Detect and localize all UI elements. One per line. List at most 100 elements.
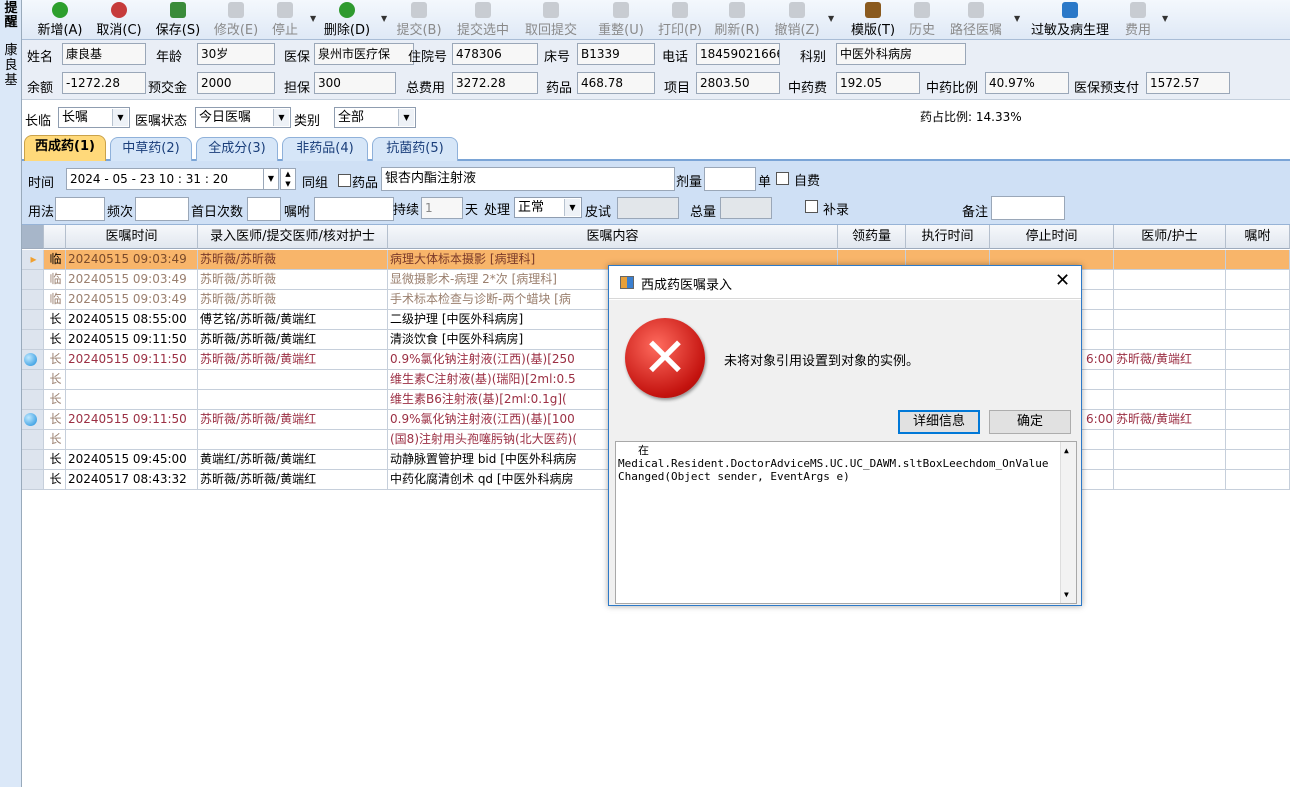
category-select[interactable]: 全部 ▼ (334, 107, 416, 128)
stack-line-1: 在 (638, 444, 649, 457)
print-icon (672, 2, 688, 18)
add-button[interactable]: 新增(A) (36, 0, 84, 40)
bed-label: 床号 (544, 50, 571, 65)
time-label: 时间 (28, 176, 55, 191)
selfpay-checkbox[interactable] (776, 172, 789, 185)
delete-button[interactable]: 删除(D) (322, 0, 372, 40)
delete-dropdown-arrow[interactable]: ▼ (381, 14, 387, 23)
history-button[interactable]: 历史 (906, 0, 938, 40)
drug-checkbox[interactable] (338, 174, 351, 187)
usage-input[interactable] (55, 197, 105, 221)
first-day-label: 首日次数 (191, 205, 244, 220)
type-select[interactable]: 长嘱 ▼ (58, 107, 130, 128)
dose-input[interactable] (704, 167, 756, 191)
allergy-button[interactable]: 过敏及病生理 (1028, 0, 1112, 40)
insurance-label: 医保 (284, 50, 311, 65)
row-header (22, 450, 44, 470)
header-order-time[interactable]: 医嘱时间 (66, 225, 198, 249)
prepay-label: 医保预支付 (1074, 81, 1140, 96)
template-button[interactable]: 模版(T) (848, 0, 898, 40)
reminder-char-2[interactable]: 醒 (3, 16, 19, 30)
order-doctor-cell (198, 370, 388, 390)
header-doctor-nurse[interactable]: 医师/护士 (1114, 225, 1226, 249)
status-select[interactable]: 今日医嘱 ▼ (195, 107, 291, 128)
ok-button[interactable]: 确定 (989, 410, 1071, 434)
refresh-button[interactable]: 刷新(R) (712, 0, 762, 40)
header-exec-time[interactable]: 执行时间 (906, 225, 990, 249)
order-inst-cell (1226, 430, 1290, 450)
deposit-label: 预交金 (148, 81, 188, 96)
first-day-input[interactable] (247, 197, 281, 221)
supplement-checkbox[interactable] (805, 200, 818, 213)
guarantee-field: 300 (314, 72, 396, 94)
order-doctor-cell: 苏昕薇/苏昕薇 (198, 270, 388, 290)
retrieve-submit-button[interactable]: 取回提交 (522, 0, 580, 40)
error-icon: ✕ (625, 318, 705, 398)
duration-spinner[interactable]: 1 (421, 197, 463, 219)
print-button[interactable]: 打印(P) (655, 0, 705, 40)
submit-selected-button[interactable]: 提交选中 (454, 0, 512, 40)
order-inst-cell (1226, 390, 1290, 410)
details-button[interactable]: 详细信息 (898, 410, 980, 434)
time-picker[interactable]: 2024 - 05 - 23 10 : 31 : 20 (66, 168, 272, 190)
phone-label: 电话 (662, 50, 689, 65)
note-input[interactable] (991, 196, 1065, 220)
tab-non-drug[interactable]: 非药品(4) (282, 137, 368, 161)
error-details-textbox[interactable]: 在 Medical.Resident.DoctorAdviceMS.UC.UC_… (615, 441, 1077, 604)
pathway-dropdown-arrow[interactable]: ▼ (1014, 14, 1020, 23)
chevron-down-icon: ▼ (273, 109, 289, 126)
stop-button[interactable]: 停止 (268, 0, 302, 40)
revoke-button[interactable]: 撤销(Z) (772, 0, 822, 40)
insurance-field: 泉州市医疗保 (314, 43, 414, 65)
close-icon[interactable]: ✕ (1055, 271, 1070, 291)
order-doctor-cell (198, 390, 388, 410)
stop-dropdown-arrow[interactable]: ▼ (310, 14, 316, 23)
selfpay-label: 自费 (794, 174, 821, 189)
row-header (22, 270, 44, 290)
tab-western-medicine[interactable]: 西成药(1) (24, 135, 106, 161)
save-button[interactable]: 保存(S) (153, 0, 203, 40)
skin-test-field[interactable] (617, 197, 679, 219)
details-scrollbar[interactable]: ▲ ▼ (1060, 442, 1076, 603)
note-label: 备注 (962, 205, 989, 220)
header-order-content[interactable]: 医嘱内容 (388, 225, 838, 249)
group-label: 同组 (302, 176, 329, 191)
tab-all-ingredients[interactable]: 全成分(3) (196, 137, 278, 161)
frequency-input[interactable] (135, 197, 189, 221)
order-type-cell: 长 (44, 330, 66, 350)
modify-button[interactable]: 修改(E) (211, 0, 261, 40)
time-spinner[interactable]: ▲ ▼ (280, 168, 296, 190)
supplement-label: 补录 (823, 203, 850, 218)
unit-label: 单 (758, 175, 772, 190)
pathway-orders-button[interactable]: 路径医嘱 (946, 0, 1006, 40)
submit-button[interactable]: 提交(B) (394, 0, 444, 40)
time-dropdown-icon[interactable]: ▼ (263, 168, 279, 190)
tab-herbal-medicine[interactable]: 中草药(2) (110, 137, 192, 161)
handle-label: 处理 (484, 203, 511, 218)
dialog-title-bar[interactable]: 西成药医嘱录入 ✕ (609, 266, 1081, 299)
order-nurse-cell (1114, 290, 1226, 310)
prepay-field: 1572.57 (1146, 72, 1230, 94)
reminder-char-1[interactable]: 提 (3, 2, 19, 16)
order-doctor-cell: 苏昕薇/苏昕薇/黄端红 (198, 410, 388, 430)
rearrange-button[interactable]: 重整(U) (596, 0, 646, 40)
book-icon (865, 2, 881, 18)
header-doctor[interactable]: 录入医师/提交医师/核对护士 (198, 225, 388, 249)
header-stop-time[interactable]: 停止时间 (990, 225, 1114, 249)
fee-dropdown-arrow[interactable]: ▼ (1162, 14, 1168, 23)
fee-button[interactable]: 费用 (1122, 0, 1154, 40)
cancel-button[interactable]: 取消(C) (94, 0, 144, 40)
order-inst-cell (1226, 450, 1290, 470)
drug-input[interactable]: 银杏内酯注射液 (381, 167, 675, 191)
order-type-cell: 临 (44, 270, 66, 290)
error-dialog: 西成药医嘱录入 ✕ ✕ 未将对象引用设置到对象的实例。 详细信息 确定 在 Me… (608, 265, 1082, 606)
header-instruction[interactable]: 嘱咐 (1226, 225, 1290, 249)
rearrange-icon (613, 2, 629, 18)
revoke-dropdown-arrow[interactable]: ▼ (828, 14, 834, 23)
age-field: 30岁 (197, 43, 275, 65)
header-dispense-qty[interactable]: 领药量 (838, 225, 906, 249)
handle-select[interactable]: 正常 ▼ (514, 197, 582, 218)
order-nurse-cell (1114, 370, 1226, 390)
remark-input[interactable] (314, 197, 394, 221)
tab-antibiotics[interactable]: 抗菌药(5) (372, 137, 458, 161)
